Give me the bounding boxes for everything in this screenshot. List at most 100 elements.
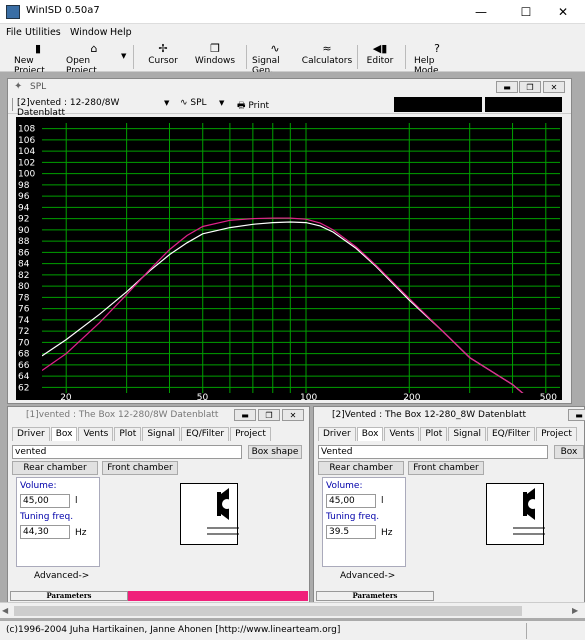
close-button[interactable]: ✕ (548, 0, 578, 24)
volume-label: Volume: (326, 481, 363, 491)
tab-project[interactable]: Project (230, 427, 271, 441)
spl-title-bar[interactable]: ✦ SPL ▬ ❐ ✕ (8, 79, 571, 95)
help-mode-button[interactable]: ? Help Mode (414, 42, 460, 76)
tab-signal[interactable]: Signal (142, 427, 180, 441)
front-chamber-button[interactable]: Front chamber (408, 461, 484, 475)
menu-utilities[interactable]: Utilities (25, 27, 61, 38)
project-select[interactable]: [2]vented : 12-280/8W Datenblatt (17, 98, 169, 118)
editor-button[interactable]: ◀▮ Editor (362, 42, 398, 72)
box1-tabs: Driver Box Vents Plot Signal EQ/Filter Project (12, 427, 272, 441)
box1-minimize-button[interactable]: ▬ (234, 409, 256, 421)
signal-gen-button[interactable]: ∿ Signal Gen. (252, 42, 298, 76)
y-tick-label: 102 (18, 158, 35, 168)
box1-restore-button[interactable]: ❐ (258, 409, 280, 421)
volume-input[interactable]: 45,00 (20, 494, 70, 508)
box-shape-button[interactable]: Box (554, 445, 584, 459)
tuning-label: Tuning freq. (20, 512, 74, 522)
toolbar-separator (405, 45, 406, 69)
y-tick-label: 96 (18, 192, 30, 202)
app-title: WinISD 0.50a7 (26, 5, 100, 16)
menu-file[interactable]: File (6, 27, 22, 38)
tab-plot[interactable]: Plot (114, 427, 142, 441)
advanced-button[interactable]: Advanced-> (34, 571, 89, 581)
box-window-1: [1]vented : The Box 12-280/8W Datenblatt… (7, 406, 310, 606)
tab-box[interactable]: Box (356, 427, 384, 441)
box-window-2-title-bar[interactable]: [2]Vented : The Box 12-280_8W Datenblatt… (314, 407, 585, 423)
y-tick-label: 70 (18, 338, 30, 348)
tab-plot[interactable]: Plot (420, 427, 448, 441)
tab-eq-filter[interactable]: EQ/Filter (180, 427, 230, 441)
toolbar-separator (133, 45, 134, 69)
y-tick-label: 82 (18, 271, 29, 281)
tuning-input[interactable]: 39.5 (326, 525, 376, 539)
title-bar: WinISD 0.50a7 — ☐ ✕ (0, 0, 585, 24)
y-tick-label: 94 (18, 203, 30, 213)
front-chamber-button[interactable]: Front chamber (102, 461, 178, 475)
tab-eq-filter[interactable]: EQ/Filter (486, 427, 536, 441)
scroll-left-icon[interactable]: ◀ (2, 606, 8, 615)
box-window-1-title-bar[interactable]: [1]vented : The Box 12-280/8W Datenblatt… (8, 407, 309, 423)
menu-window[interactable]: Window (70, 27, 107, 38)
vented-box-icon (513, 488, 545, 535)
calculators-button[interactable]: ≈ Calculators (302, 42, 352, 72)
open-project-button[interactable]: ⌂ Open Project (66, 42, 122, 76)
y-tick-label: 64 (18, 372, 30, 382)
parameters-tab[interactable]: Parameters (10, 591, 128, 601)
windows-button[interactable]: ❐ Windows (192, 42, 238, 72)
spl-close-button[interactable]: ✕ (543, 81, 565, 93)
cursor-readout-2 (485, 97, 562, 112)
toolbar: ▮ New Project ⌂ Open Project ▼ ✢ Cursor … (0, 42, 585, 76)
y-tick-label: 100 (18, 170, 35, 180)
menu-bar: File Utilities Window Help (0, 24, 585, 42)
tuning-input[interactable]: 44,30 (20, 525, 70, 539)
box1-close-button[interactable]: ✕ (282, 409, 304, 421)
graph-type-select[interactable]: ∿ SPL (180, 98, 207, 108)
rear-chamber-button[interactable]: Rear chamber (318, 461, 404, 475)
horizontal-scrollbar[interactable]: ◀ ▶ (0, 602, 585, 618)
cursor-button[interactable]: ✢ Cursor (142, 42, 184, 72)
y-tick-label: 84 (18, 260, 30, 270)
tab-signal[interactable]: Signal (448, 427, 486, 441)
menu-help[interactable]: Help (110, 27, 132, 38)
graph-type-dropdown-icon[interactable]: ▼ (219, 99, 224, 107)
open-project-dropdown-icon[interactable]: ▼ (121, 52, 126, 60)
box-shape-button[interactable]: Box shape (248, 445, 302, 459)
tab-driver[interactable]: Driver (12, 427, 50, 441)
volume-label: Volume: (20, 481, 57, 491)
sine-wave-icon: ∿ (180, 98, 188, 108)
parameters-tab[interactable]: Parameters (316, 591, 434, 601)
minimize-button[interactable]: — (466, 0, 496, 24)
cursor-icon: ✢ (158, 42, 168, 55)
y-tick-label: 72 (18, 327, 29, 337)
tab-vents[interactable]: Vents (78, 427, 114, 441)
y-tick-label: 80 (18, 282, 30, 292)
advanced-button[interactable]: Advanced-> (340, 571, 395, 581)
sine-wave-icon: ∿ (270, 42, 280, 55)
box-window-1-title: [1]vented : The Box 12-280/8W Datenblatt (26, 410, 219, 420)
mdi-workspace: ✦ SPL ▬ ❐ ✕ [2]vented : 12-280/8W Datenb… (0, 72, 585, 620)
box2-minimize-button[interactable]: ▬ (568, 409, 585, 421)
spl-toolbar: [2]vented : 12-280/8W Datenblatt ▼ ∿ SPL… (8, 95, 571, 118)
tab-project[interactable]: Project (536, 427, 577, 441)
print-button[interactable]: 🖶 Print (237, 98, 269, 114)
scroll-right-icon[interactable]: ▶ (572, 606, 578, 615)
spl-graph[interactable]: 108 106 104 102 100 98 96 94 92 90 88 86 84 82 80 78 76 7… (16, 117, 562, 403)
box-name-field[interactable]: vented (12, 445, 242, 459)
spl-minimize-button[interactable]: ▬ (496, 81, 518, 93)
series-line-1 (42, 221, 524, 393)
tab-box[interactable]: Box (50, 427, 78, 441)
volume-input[interactable]: 45,00 (326, 494, 376, 508)
y-tick-label: 86 (18, 248, 30, 258)
tab-driver[interactable]: Driver (318, 427, 356, 441)
project-dropdown-icon[interactable]: ▼ (164, 99, 169, 107)
box-name-field[interactable]: Vented (318, 445, 548, 459)
spl-restore-button[interactable]: ❐ (519, 81, 541, 93)
scroll-thumb[interactable] (14, 606, 522, 616)
y-tick-label: 74 (18, 316, 30, 326)
status-divider (526, 623, 527, 639)
new-project-button[interactable]: ▮ New Project (14, 42, 62, 76)
windows-icon: ❐ (210, 42, 220, 55)
maximize-button[interactable]: ☐ (511, 0, 541, 24)
tab-vents[interactable]: Vents (384, 427, 420, 441)
rear-chamber-button[interactable]: Rear chamber (12, 461, 98, 475)
